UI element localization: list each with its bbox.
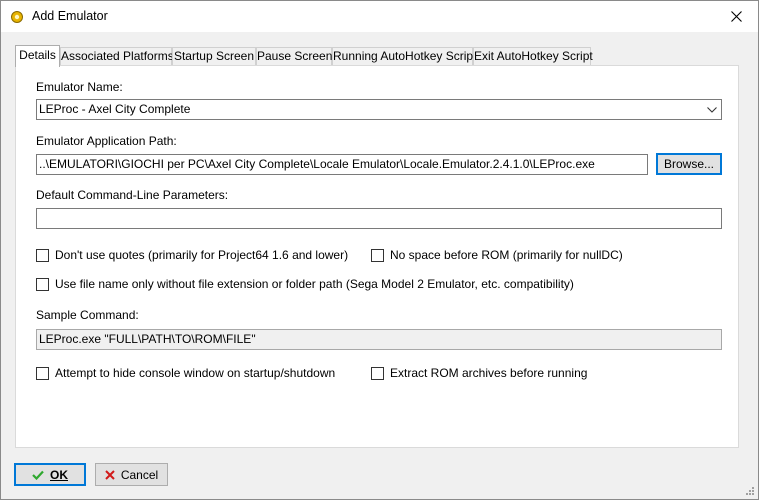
checkmark-icon <box>32 470 44 480</box>
cmdline-label: Default Command-Line Parameters: <box>36 188 229 202</box>
details-panel: Emulator Name: LEProc - Axel City Comple… <box>15 65 739 448</box>
hide-console-label: Attempt to hide console window on startu… <box>55 366 336 380</box>
tab-pause-screen[interactable]: Pause Screen <box>256 47 332 65</box>
no-quotes-label: Don't use quotes (primarily for Project6… <box>55 248 349 262</box>
tab-running-autohotkey-script[interactable]: Running AutoHotkey Script <box>332 47 476 65</box>
cmdline-input[interactable] <box>36 208 722 229</box>
extract-archives-label: Extract ROM archives before running <box>390 366 588 380</box>
tab-startup-screen[interactable]: Startup Screen <box>172 47 256 65</box>
tab-associated-platforms[interactable]: Associated Platforms <box>60 47 174 65</box>
no-space-checkbox-row[interactable]: No space before ROM (primarily for nullD… <box>371 248 623 262</box>
emulator-name-value: LEProc - Axel City Complete <box>39 102 191 116</box>
app-icon <box>11 11 23 23</box>
no-space-label: No space before ROM (primarily for nullD… <box>390 248 623 262</box>
tab-details[interactable]: Details <box>15 45 60 67</box>
filename-only-checkbox-row[interactable]: Use file name only without file extensio… <box>36 277 574 291</box>
cancel-label: Cancel <box>120 467 159 482</box>
ok-label: OK <box>50 467 68 482</box>
hide-console-checkbox-row[interactable]: Attempt to hide console window on startu… <box>36 366 335 380</box>
sample-command-output: LEProc.exe "FULL\PATH\TO\ROM\FILE" <box>36 329 722 350</box>
cancel-button[interactable]: Cancel <box>95 463 168 486</box>
ok-button[interactable]: OK <box>14 463 86 486</box>
title-bar: Add Emulator <box>1 1 758 32</box>
tab-exit-autohotkey-script[interactable]: Exit AutoHotkey Script <box>473 47 593 65</box>
hide-console-checkbox[interactable] <box>36 366 49 380</box>
emulator-name-label: Emulator Name: <box>36 80 123 94</box>
cancel-x-icon <box>105 469 115 480</box>
no-space-checkbox[interactable] <box>371 248 384 262</box>
extract-archives-checkbox-row[interactable]: Extract ROM archives before running <box>371 366 587 380</box>
emulator-name-combobox[interactable]: LEProc - Axel City Complete <box>36 99 722 120</box>
app-path-label: Emulator Application Path: <box>36 134 177 148</box>
no-quotes-checkbox-row[interactable]: Don't use quotes (primarily for Project6… <box>36 248 348 262</box>
chevron-down-icon[interactable] <box>703 100 721 119</box>
browse-button[interactable]: Browse... <box>656 153 722 175</box>
no-quotes-checkbox[interactable] <box>36 248 49 262</box>
close-button[interactable] <box>714 1 758 32</box>
filename-only-checkbox[interactable] <box>36 277 49 291</box>
filename-only-label: Use file name only without file extensio… <box>55 277 574 291</box>
extract-archives-checkbox[interactable] <box>371 366 384 380</box>
app-path-input[interactable]: ..\EMULATORI\GIOCHI per PC\Axel City Com… <box>36 154 648 175</box>
add-emulator-window: Add Emulator Details Associated Platform… <box>0 0 759 500</box>
window-title: Add Emulator <box>32 9 108 23</box>
resize-grip-icon[interactable] <box>745 486 755 496</box>
close-icon <box>730 11 742 22</box>
sample-command-label: Sample Command: <box>36 308 139 322</box>
